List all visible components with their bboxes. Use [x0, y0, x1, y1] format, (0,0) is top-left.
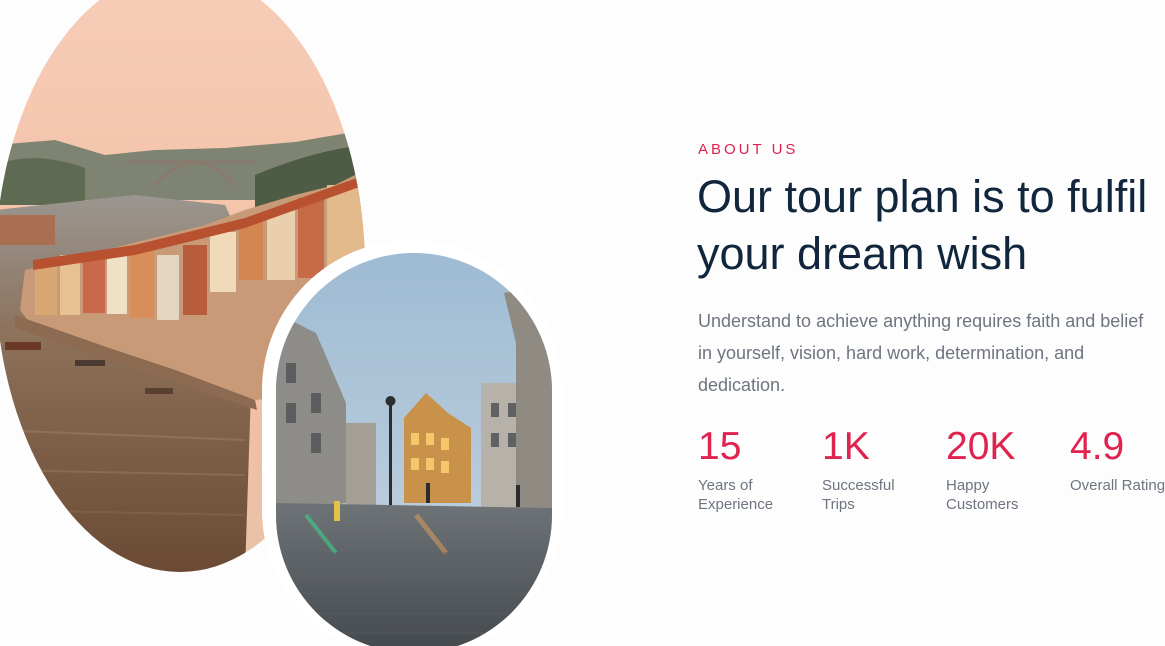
stat-label: Overall Rating [1070, 477, 1165, 494]
stat-value: 15 [698, 425, 742, 468]
stat-label: Happy Customers [946, 477, 1019, 513]
section-title: Our tour plan is to fulfil your dream wi… [697, 171, 1148, 279]
stat-overall-rating: 4.9 Overall Rating [1070, 424, 1165, 495]
about-us-eyebrow: ABOUT US [698, 141, 799, 158]
stat-years-experience: 15 Years of Experience [698, 424, 773, 514]
stat-value: 4.9 [1070, 425, 1125, 468]
stat-label: Successful Trips [822, 477, 895, 513]
about-section: ABOUT US Our tour plan is to fulfil your… [0, 0, 1165, 646]
stat-happy-customers: 20K Happy Customers [946, 424, 1019, 514]
stat-successful-trips: 1K Successful Trips [822, 424, 895, 514]
stat-value: 20K [946, 425, 1016, 468]
stats-row: 15 Years of Experience 1K Successful Tri… [698, 424, 1165, 524]
stat-label: Years of Experience [698, 477, 774, 513]
section-description: Understand to achieve anything requires … [698, 311, 1144, 395]
stat-value: 1K [822, 425, 870, 468]
city-street-photo [276, 253, 552, 646]
